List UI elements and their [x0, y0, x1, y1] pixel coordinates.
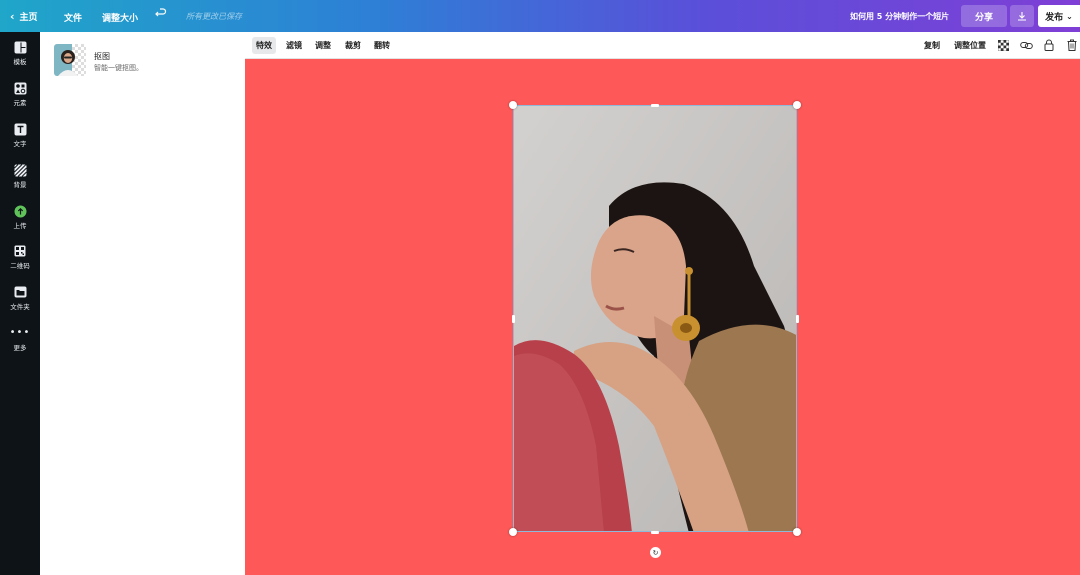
sidebar-item-text[interactable]: 文字	[0, 122, 40, 160]
upload-icon	[13, 204, 27, 218]
sidebar-item-upload[interactable]: 上传	[0, 204, 40, 242]
sidebar-label-elements: 元素	[13, 99, 27, 107]
sidebar-item-folder[interactable]: 文件夹	[0, 285, 40, 323]
top-bar: ‹ 主页 文件 调整大小 所有更改已保存 如何用 5 分钟制作一个短片 分享 发…	[0, 0, 1080, 32]
trash-icon[interactable]	[1065, 38, 1079, 52]
effects-button[interactable]: 特效	[252, 37, 276, 54]
resize-handle-bottom-left[interactable]	[509, 528, 517, 536]
cutout-thumbnail[interactable]	[54, 44, 86, 76]
sidebar-item-background[interactable]: 背景	[0, 163, 40, 201]
resize-handle-top-right[interactable]	[793, 101, 801, 109]
resize-button[interactable]: 调整大小	[102, 11, 138, 24]
sidebar-item-templates[interactable]: 模板	[0, 40, 40, 78]
tool-panel: 抠图 智能一键抠图。	[40, 32, 245, 575]
sidebar-label-upload: 上传	[13, 222, 27, 230]
more-icon: •••	[9, 327, 31, 338]
folder-icon	[13, 285, 27, 299]
filter-button[interactable]: 滤镜	[282, 37, 306, 54]
resize-handle-right[interactable]	[796, 315, 799, 323]
resize-handle-top[interactable]	[651, 104, 659, 107]
sidebar-item-more[interactable]: ••• 更多	[0, 326, 40, 364]
portrait-photo[interactable]	[513, 105, 797, 532]
lock-icon[interactable]	[1042, 38, 1056, 52]
elements-icon	[13, 81, 27, 95]
panel-title: 抠图	[94, 52, 110, 61]
position-button[interactable]: 调整位置	[950, 37, 990, 54]
howto-link[interactable]: 如何用 5 分钟制作一个短片	[850, 11, 949, 22]
share-button[interactable]: 分享	[961, 5, 1007, 27]
publish-button[interactable]: 发布 ⌄	[1038, 5, 1080, 27]
left-sidebar: 模板 元素 文字 背景 上传 二维码 文件夹 ••• 更多	[0, 32, 40, 575]
file-menu-button[interactable]: 文件	[64, 11, 82, 24]
template-icon	[13, 40, 27, 54]
transparency-icon[interactable]	[996, 38, 1010, 52]
adjust-button[interactable]: 调整	[311, 37, 335, 54]
sidebar-label-templates: 模板	[13, 58, 27, 66]
resize-handle-bottom[interactable]	[651, 531, 659, 534]
flip-button[interactable]: 翻转	[370, 37, 394, 54]
resize-handle-bottom-right[interactable]	[793, 528, 801, 536]
copy-button[interactable]: 复制	[920, 37, 944, 54]
sidebar-label-folder: 文件夹	[10, 303, 30, 311]
crop-button[interactable]: 裁剪	[341, 37, 365, 54]
undo-icon[interactable]	[155, 8, 167, 20]
resize-handle-left[interactable]	[512, 315, 515, 323]
panel-description: 智能一键抠图。	[94, 64, 143, 72]
chevron-down-icon: ⌄	[1066, 11, 1073, 21]
sidebar-item-elements[interactable]: 元素	[0, 81, 40, 119]
background-icon	[13, 163, 27, 177]
home-label: 主页	[19, 13, 38, 23]
sidebar-item-qrcode[interactable]: 二维码	[0, 244, 40, 282]
rotate-icon[interactable]: ↻	[650, 547, 661, 558]
context-toolbar: 特效 滤镜 调整 裁剪 翻转 复制 调整位置	[245, 32, 1080, 59]
link-icon[interactable]	[1019, 38, 1033, 52]
sidebar-label-background: 背景	[13, 181, 27, 189]
publish-label: 发布	[1045, 12, 1064, 23]
resize-handle-top-left[interactable]	[509, 101, 517, 109]
chevron-left-icon: ‹	[10, 10, 15, 23]
design-canvas[interactable]: ↻	[245, 59, 1080, 575]
sidebar-label-more: 更多	[13, 344, 27, 352]
qrcode-icon	[13, 244, 27, 258]
home-button[interactable]: ‹ 主页	[10, 10, 38, 23]
download-icon	[1018, 12, 1026, 21]
sidebar-label-text: 文字	[13, 140, 27, 148]
sidebar-label-qrcode: 二维码	[10, 262, 30, 270]
save-status: 所有更改已保存	[186, 12, 242, 21]
text-icon	[13, 122, 27, 136]
download-button[interactable]	[1010, 5, 1034, 27]
